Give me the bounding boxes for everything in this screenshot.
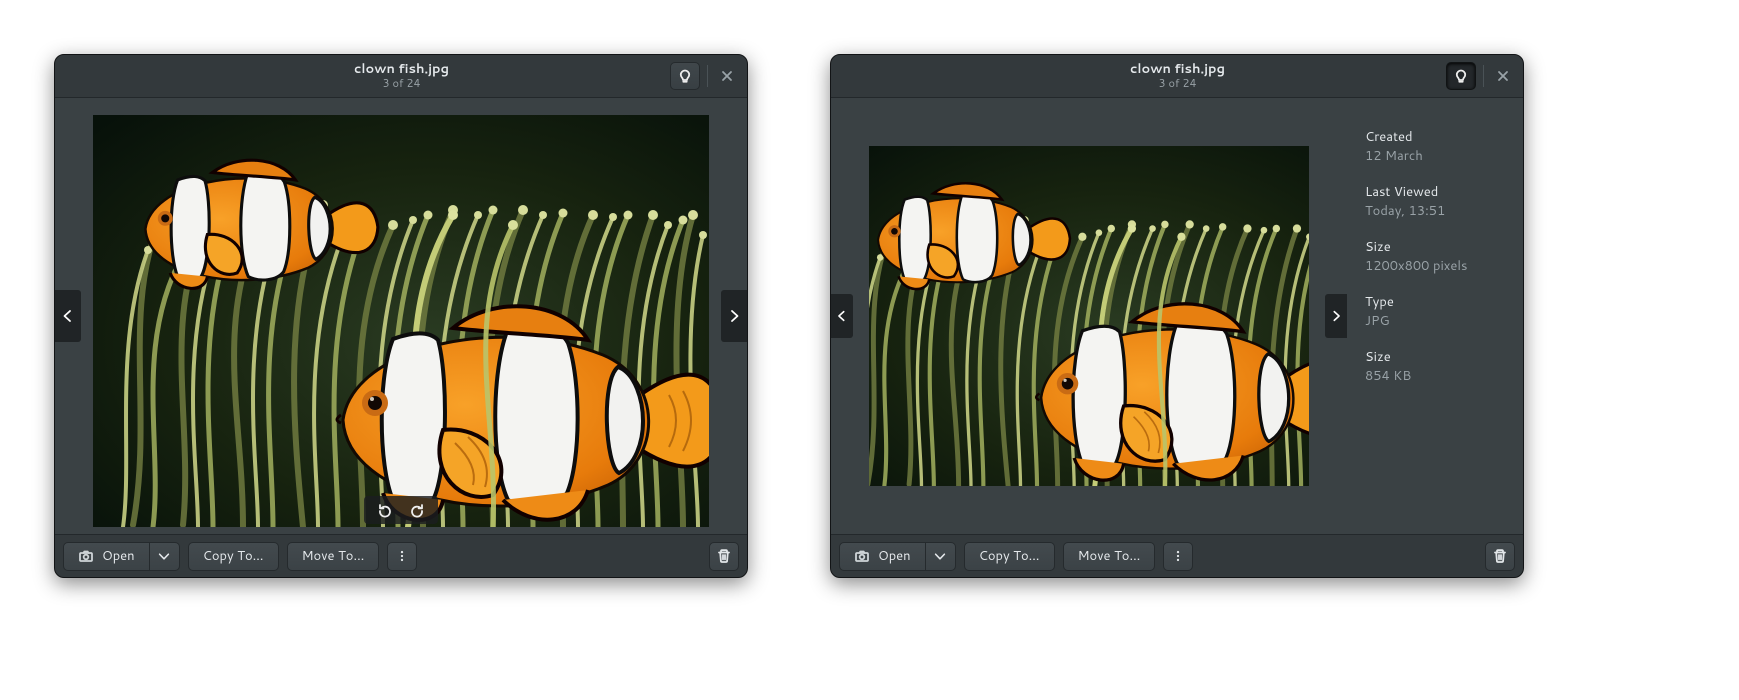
move-to-button[interactable]: Move To…: [1063, 542, 1156, 571]
open-button-group: Open: [839, 542, 956, 571]
more-actions-button[interactable]: [1163, 542, 1193, 571]
app-icon: [78, 548, 94, 564]
image-canvas[interactable]: [831, 98, 1347, 534]
meta-value-dimensions: 1200x800 pixels: [1365, 257, 1505, 275]
open-button[interactable]: Open: [63, 542, 150, 571]
move-to-label: Move To…: [1078, 547, 1141, 565]
action-bar: Open Copy To… Move To…: [831, 534, 1523, 577]
previous-image-button[interactable]: [831, 294, 853, 338]
meta-dimensions: Size 1200x800 pixels: [1365, 238, 1505, 275]
close-button[interactable]: [713, 62, 741, 90]
open-button-group: Open: [63, 542, 180, 571]
copy-to-label: Copy To…: [203, 547, 264, 565]
titlebar[interactable]: clown fish.jpg 3 of 24: [831, 55, 1523, 98]
displayed-image: [869, 146, 1309, 486]
meta-label-filesize: Size: [1365, 348, 1505, 366]
lightbulb-icon: [1453, 68, 1469, 84]
meta-label-dimensions: Size: [1365, 238, 1505, 256]
titlebar[interactable]: clown fish.jpg 3 of 24: [55, 55, 747, 98]
open-with-menu-button[interactable]: [926, 542, 956, 571]
chevron-left-icon: [60, 308, 76, 324]
copy-to-label: Copy To…: [979, 547, 1040, 565]
next-image-button[interactable]: [1325, 294, 1347, 338]
image-counter: 3 of 24: [911, 77, 1444, 90]
move-to-label: Move To…: [302, 547, 365, 565]
chevron-right-icon: [1329, 309, 1343, 323]
meta-value-viewed: Today, 13:51: [1365, 202, 1505, 220]
properties-sidebar: Created 12 March Last Viewed Today, 13:5…: [1347, 98, 1523, 534]
properties-toggle-button[interactable]: [670, 62, 700, 90]
rotate-cw-button[interactable]: [408, 501, 426, 519]
meta-last-viewed: Last Viewed Today, 13:51: [1365, 183, 1505, 220]
meta-label-viewed: Last Viewed: [1365, 183, 1505, 201]
meta-type: Type JPG: [1365, 293, 1505, 330]
meta-created: Created 12 March: [1365, 128, 1505, 165]
trash-icon: [716, 548, 732, 564]
trash-button[interactable]: [1485, 542, 1515, 571]
meta-label-created: Created: [1365, 128, 1505, 146]
meta-filesize: Size 854 KB: [1365, 348, 1505, 385]
trash-icon: [1492, 548, 1508, 564]
chevron-down-icon: [157, 549, 171, 563]
open-button-label: Open: [102, 547, 135, 565]
more-vertical-icon: [395, 549, 409, 563]
open-with-menu-button[interactable]: [150, 542, 180, 571]
rotate-ccw-icon: [377, 502, 393, 518]
close-button[interactable]: [1489, 62, 1517, 90]
rotate-ccw-button[interactable]: [376, 501, 394, 519]
open-button[interactable]: Open: [839, 542, 926, 571]
trash-button[interactable]: [709, 542, 739, 571]
meta-label-type: Type: [1365, 293, 1505, 311]
lightbulb-icon: [677, 68, 693, 84]
meta-value-created: 12 March: [1365, 147, 1505, 165]
copy-to-button[interactable]: Copy To…: [964, 542, 1055, 571]
rotate-cw-icon: [409, 502, 425, 518]
displayed-image: [93, 115, 709, 527]
more-actions-button[interactable]: [387, 542, 417, 571]
chevron-right-icon: [726, 308, 742, 324]
titlebar-separator: [1483, 65, 1484, 87]
image-viewer-window-normal: clown fish.jpg 3 of 24: [54, 54, 748, 578]
image-canvas[interactable]: [55, 98, 747, 534]
meta-value-type: JPG: [1365, 312, 1505, 330]
image-viewer-window-details: clown fish.jpg 3 of 24: [830, 54, 1524, 578]
close-icon: [720, 69, 734, 83]
title-block: clown fish.jpg 3 of 24: [135, 62, 668, 90]
titlebar-separator: [707, 65, 708, 87]
close-icon: [1496, 69, 1510, 83]
meta-value-filesize: 854 KB: [1365, 367, 1505, 385]
rotate-toolbar: [364, 496, 438, 524]
copy-to-button[interactable]: Copy To…: [188, 542, 279, 571]
previous-image-button[interactable]: [55, 290, 81, 342]
action-bar: Open Copy To… Move To…: [55, 534, 747, 577]
properties-toggle-button[interactable]: [1446, 62, 1476, 90]
move-to-button[interactable]: Move To…: [287, 542, 380, 571]
open-button-label: Open: [878, 547, 911, 565]
title-block: clown fish.jpg 3 of 24: [911, 62, 1444, 90]
more-vertical-icon: [1171, 549, 1185, 563]
chevron-down-icon: [933, 549, 947, 563]
next-image-button[interactable]: [721, 290, 747, 342]
image-counter: 3 of 24: [135, 77, 668, 90]
app-icon: [854, 548, 870, 564]
chevron-left-icon: [835, 309, 849, 323]
